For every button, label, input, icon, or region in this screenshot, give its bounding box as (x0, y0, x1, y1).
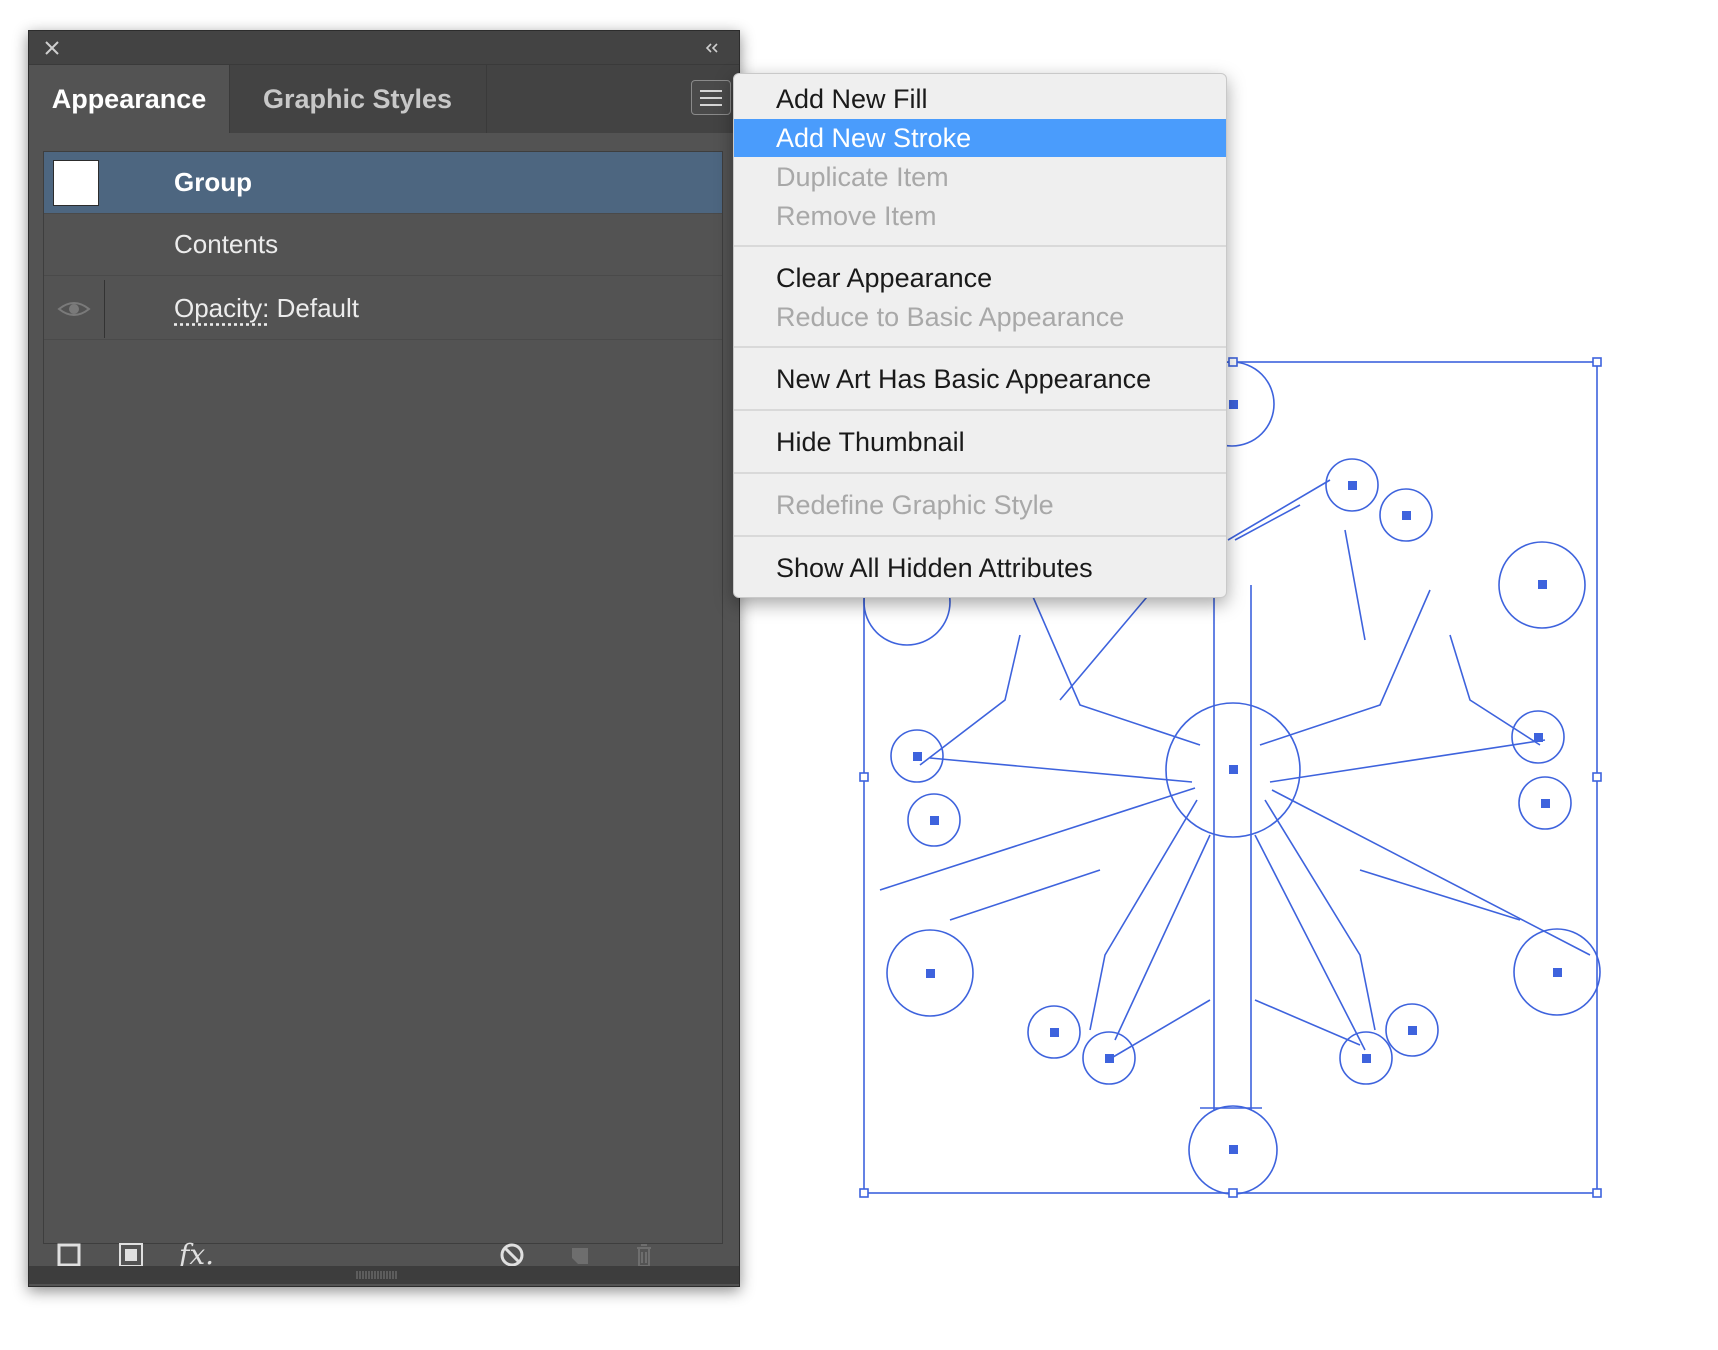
list-item-group[interactable]: Group (44, 152, 722, 214)
panel-tabs: Appearance Graphic Styles (29, 65, 739, 133)
menu-separator (734, 346, 1226, 348)
tab-appearance[interactable]: Appearance (29, 65, 230, 133)
menu-item-redefine-graphic-style: Redefine Graphic Style (776, 490, 1054, 520)
panel-titlebar (29, 31, 739, 65)
appearance-list: Group Contents Opacity: Default (43, 151, 723, 1244)
collapse-panel-icon[interactable] (701, 37, 723, 59)
group-label: Group (174, 167, 252, 197)
opacity-value: Default (276, 293, 359, 323)
menu-separator (734, 472, 1226, 474)
row-divider (104, 280, 105, 338)
menu-item-add-new-stroke[interactable]: Add New Stroke (734, 119, 1226, 157)
visibility-eye-icon[interactable] (56, 295, 92, 323)
menu-item-add-new-fill[interactable]: Add New Fill (734, 80, 1226, 118)
menu-item-hide-thumbnail[interactable]: Hide Thumbnail (734, 423, 1226, 461)
appearance-panel-flyout-menu: Add New Fill Add New Stroke Duplicate It… (733, 73, 1227, 598)
close-icon[interactable] (41, 37, 63, 59)
list-item-contents[interactable]: Contents (44, 214, 722, 276)
menu-item-clear-appearance[interactable]: Clear Appearance (734, 259, 1226, 297)
panel-menu-button[interactable] (691, 80, 731, 115)
menu-separator (734, 535, 1226, 537)
appearance-panel: Appearance Graphic Styles Group Contents… (28, 30, 740, 1287)
menu-separator (734, 409, 1226, 411)
menu-item-new-art-has-basic-appearance[interactable]: New Art Has Basic Appearance (734, 360, 1226, 398)
menu-item-remove-item: Remove Item (776, 201, 937, 231)
menu-item-show-all-hidden-attributes[interactable]: Show All Hidden Attributes (734, 549, 1226, 587)
contents-label: Contents (174, 229, 279, 259)
menu-separator (734, 245, 1226, 247)
menu-item-reduce-to-basic-appearance: Reduce to Basic Appearance (776, 302, 1125, 332)
list-item-opacity[interactable]: Opacity: Default (44, 278, 722, 340)
menu-item-duplicate-item: Duplicate Item (776, 162, 949, 192)
opacity-link[interactable]: Opacity: (174, 293, 269, 323)
panel-resize-grip[interactable] (29, 1266, 739, 1284)
group-thumbnail (53, 160, 99, 206)
tab-graphic-styles[interactable]: Graphic Styles (229, 65, 487, 133)
opacity-text: Opacity: Default (174, 278, 359, 339)
